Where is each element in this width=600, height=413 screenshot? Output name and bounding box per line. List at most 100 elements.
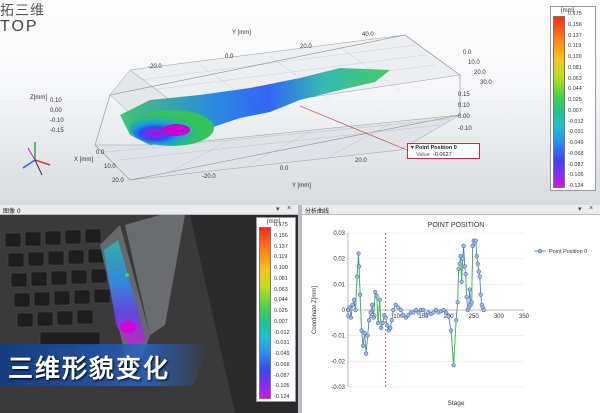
y-tick-label: 0.01 <box>333 282 345 288</box>
legend-color-bar <box>259 227 271 399</box>
tooltip-title: ▾ Point Position 0 <box>411 145 457 151</box>
legend-tick-label: -0.031 <box>274 340 290 347</box>
data-point <box>367 318 372 323</box>
y-tick-label: -0.01 <box>331 334 345 340</box>
series-segment-highlight <box>453 320 457 366</box>
data-point <box>473 238 478 243</box>
axis-z-label: Z[mm] <box>30 95 47 101</box>
z-tick-right: 0.10 <box>458 103 470 109</box>
y-tick: 20.0 <box>300 44 312 50</box>
y-tick-label: 0 <box>342 308 346 314</box>
data-point <box>457 261 462 266</box>
data-point <box>451 363 456 368</box>
pin-icon[interactable]: ▾ <box>578 205 582 213</box>
y-tick-label: 0.03 <box>333 231 345 237</box>
y-tick-bottom: 20.0 <box>355 158 367 164</box>
data-point <box>356 264 362 269</box>
pin-icon[interactable]: ▾ <box>276 205 280 213</box>
data-point <box>469 300 474 305</box>
data-point <box>475 261 480 266</box>
data-point <box>371 315 376 320</box>
app-window: 拓三维 TOP Y [mm] -20.0 0.0 20.0 40.0 0.0 1… <box>0 0 600 413</box>
legend-tick-label: 0.063 <box>274 286 288 293</box>
data-point <box>357 292 363 297</box>
legend-tick-label: 0.137 <box>274 243 288 250</box>
legend-tick-label: 0.100 <box>568 54 582 60</box>
analysis-panel-title: 分析曲线 <box>305 208 330 215</box>
legend-tick-label: -0.105 <box>568 172 584 179</box>
data-point <box>354 274 360 279</box>
data-point <box>348 315 354 320</box>
data-point <box>388 325 393 331</box>
axis-y-label-top: Y [mm] <box>232 30 251 36</box>
tooltip-value: -0.0627 <box>433 152 452 158</box>
data-point <box>376 320 381 325</box>
close-icon[interactable]: × <box>287 205 291 212</box>
data-point <box>389 318 394 323</box>
data-point <box>443 310 449 315</box>
analysis-curve-panel[interactable]: 分析曲线 ▾ × POINT POSITION 0.03 0.02 0.01 0 -0.0… <box>302 205 600 413</box>
banner-text: 三维形貌变化 <box>8 354 171 383</box>
y-axis-label: Coordinate Z[mm] <box>312 286 318 334</box>
point-position-chart[interactable]: POINT POSITION 0.03 0.02 0.01 0 -0.01 -0.02 -0.… <box>302 215 600 413</box>
legend-tick-label: 0.081 <box>274 275 288 282</box>
x-tick-left: 20.0 <box>112 178 124 184</box>
legend-tick-label: -0.068 <box>274 361 290 368</box>
legend-tick-label: 0.044 <box>568 86 582 93</box>
z-tick-right: 0.15 <box>458 92 470 98</box>
series-segment-highlight <box>461 258 464 282</box>
x-tick-right: 30.0 <box>480 80 492 86</box>
legend-tick-label: 0.081 <box>568 64 582 71</box>
data-point <box>459 279 464 284</box>
data-point <box>421 307 426 313</box>
data-point <box>379 325 384 331</box>
legend-tick-label: 0.044 <box>274 297 288 304</box>
legend-tick-label: 0.007 <box>274 318 288 325</box>
data-point <box>350 302 355 307</box>
data-point <box>351 297 357 302</box>
legend-tick-label: 0.175 <box>568 11 582 17</box>
data-point <box>383 315 388 320</box>
data-point <box>467 287 472 292</box>
x-tick-right: 0.0 <box>463 50 472 56</box>
data-point <box>347 305 352 310</box>
legend-tick-label: -0.124 <box>568 183 584 189</box>
legend-tick-label: 0.175 <box>274 222 288 228</box>
data-point <box>391 307 396 313</box>
title-banner: 三维形貌变化 <box>0 344 210 386</box>
legend-tick-label: -0.012 <box>568 118 584 125</box>
data-point <box>360 343 366 349</box>
z-tick: 0.10 <box>50 98 62 104</box>
legend-tick-label: -0.124 <box>274 394 290 400</box>
x-tick-label: 350 <box>519 314 530 320</box>
data-point <box>456 266 461 272</box>
legend-tick-label: -0.087 <box>274 372 290 379</box>
x-tick-left: 0.0 <box>96 150 105 156</box>
y-tick-label: 0.02 <box>333 257 345 263</box>
axis-y-label-bottom: Y [mm] <box>292 183 311 189</box>
color-legend-left: [mm] 0.175 0.156 0.137 0.119 0.100 0.081 0.063… <box>256 217 296 402</box>
legend-tick-label: 0.119 <box>274 254 288 261</box>
image-panel-header[interactable]: 图像 0 ▾ × <box>0 205 298 215</box>
legend-tick-label: -0.087 <box>568 161 584 168</box>
legend-tick-label: 0.156 <box>568 21 582 28</box>
data-point <box>368 310 373 315</box>
close-icon[interactable]: × <box>589 205 593 212</box>
data-point <box>481 307 486 313</box>
data-point <box>385 323 390 328</box>
z-tick-right: 0.00 <box>458 114 470 120</box>
y-tick: 0.0 <box>225 54 234 60</box>
chart-title: POINT POSITION <box>428 222 485 229</box>
y-tick: -20.0 <box>148 64 162 70</box>
x-tick-label: 250 <box>469 314 480 320</box>
legend-tick-label: 0.063 <box>568 75 582 82</box>
data-point <box>478 292 483 297</box>
y-tick-bottom: -20.0 <box>202 174 216 180</box>
analysis-panel-header[interactable]: 分析曲线 ▾ × <box>302 205 600 215</box>
legend-tick-label: -0.105 <box>274 383 290 390</box>
data-point <box>474 253 479 259</box>
3d-surface-plot[interactable] <box>0 0 600 205</box>
legend-tick-label: -0.049 <box>274 351 290 357</box>
3d-view-panel[interactable]: 拓三维 TOP Y [mm] -20.0 0.0 20.0 40.0 0.0 1… <box>0 0 600 205</box>
data-point <box>463 271 468 277</box>
